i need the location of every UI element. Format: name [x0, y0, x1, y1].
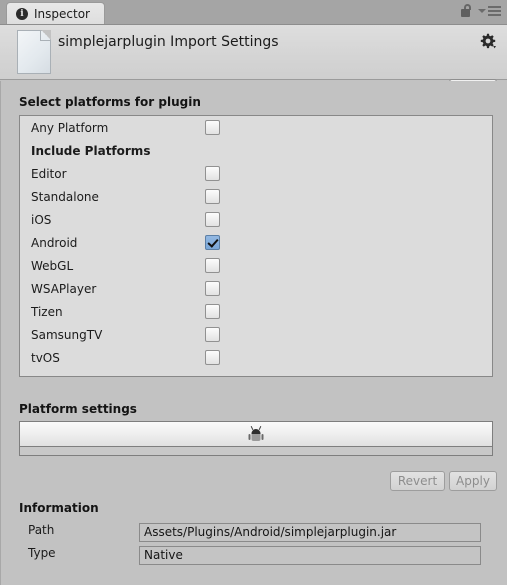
- hamburger-icon: [488, 5, 501, 16]
- platform-list: Any Platform Include Platforms Editor Stand…: [19, 115, 493, 377]
- chevron-down-icon: [478, 8, 486, 13]
- window-tabbar: i Inspector: [0, 0, 507, 25]
- platform-checkbox[interactable]: [205, 304, 220, 319]
- platform-label: WSAPlayer: [31, 281, 97, 296]
- platform-checkbox[interactable]: [205, 189, 220, 204]
- platform-settings-panel: [19, 447, 493, 456]
- info-icon: i: [16, 7, 28, 20]
- menu-dropdown-icon[interactable]: [478, 5, 501, 16]
- select-platforms-title: Select platforms for plugin: [19, 95, 201, 109]
- information-title: Information: [19, 501, 99, 515]
- platform-checkbox[interactable]: [205, 281, 220, 296]
- android-robot-icon[interactable]: [248, 425, 264, 443]
- platform-row[interactable]: WebGL: [20, 254, 492, 277]
- platform-settings-tabbar[interactable]: [19, 421, 493, 447]
- platform-label: tvOS: [31, 350, 60, 365]
- information-value: Assets/Plugins/Android/simplejarplugin.j…: [139, 523, 481, 542]
- information-label: Type: [28, 546, 56, 560]
- platform-label: Any Platform: [31, 120, 109, 135]
- platform-row[interactable]: Standalone: [20, 185, 492, 208]
- platform-row[interactable]: Tizen: [20, 300, 492, 323]
- platform-checkbox[interactable]: [205, 212, 220, 227]
- platform-checkbox[interactable]: [205, 350, 220, 365]
- platform-settings-title: Platform settings: [19, 402, 137, 416]
- revert-button[interactable]: Revert: [390, 471, 445, 491]
- information-row: Type Native: [1, 546, 491, 565]
- page-title: simplejarplugin Import Settings: [58, 34, 279, 50]
- tabbar-right-controls: [461, 4, 501, 17]
- information-row: Path Assets/Plugins/Android/simplejarplug…: [1, 523, 491, 542]
- platform-label: iOS: [31, 212, 52, 227]
- platform-label: Tizen: [31, 304, 63, 319]
- platform-checkbox[interactable]: [205, 327, 220, 342]
- platform-label: SamsungTV: [31, 327, 103, 342]
- platform-row[interactable]: SamsungTV: [20, 323, 492, 346]
- tab-inspector[interactable]: i Inspector: [6, 2, 105, 24]
- platform-checkbox[interactable]: [205, 235, 220, 250]
- inspector-window: i Inspector simplejarplugin Import Setti…: [0, 0, 507, 585]
- file-document-icon: [17, 30, 51, 74]
- lock-open-icon[interactable]: [461, 4, 472, 17]
- platform-row[interactable]: Editor: [20, 162, 492, 185]
- platform-label: WebGL: [31, 258, 74, 273]
- platform-row[interactable]: iOS: [20, 208, 492, 231]
- gear-icon[interactable]: [480, 33, 496, 49]
- platform-label: Editor: [31, 166, 67, 181]
- platform-label: Include Platforms: [31, 143, 151, 158]
- lock-body: [461, 9, 470, 17]
- tab-inspector-label: Inspector: [34, 6, 90, 21]
- platform-row[interactable]: WSAPlayer: [20, 277, 492, 300]
- platform-group-header: Include Platforms: [20, 139, 492, 162]
- platform-checkbox[interactable]: [205, 120, 220, 135]
- platform-label: Standalone: [31, 189, 99, 204]
- platform-checkbox[interactable]: [205, 166, 220, 181]
- inspector-body: Select platforms for plugin Any Platform…: [0, 81, 507, 585]
- platform-row[interactable]: Android: [20, 231, 492, 254]
- platform-row[interactable]: Any Platform: [20, 116, 492, 139]
- platform-row[interactable]: tvOS: [20, 346, 492, 369]
- information-value: Native: [139, 546, 481, 565]
- asset-header: simplejarplugin Import Settings Open: [0, 25, 507, 98]
- apply-button[interactable]: Apply: [449, 471, 497, 491]
- platform-label: Android: [31, 235, 78, 250]
- information-label: Path: [28, 523, 55, 537]
- platform-checkbox[interactable]: [205, 258, 220, 273]
